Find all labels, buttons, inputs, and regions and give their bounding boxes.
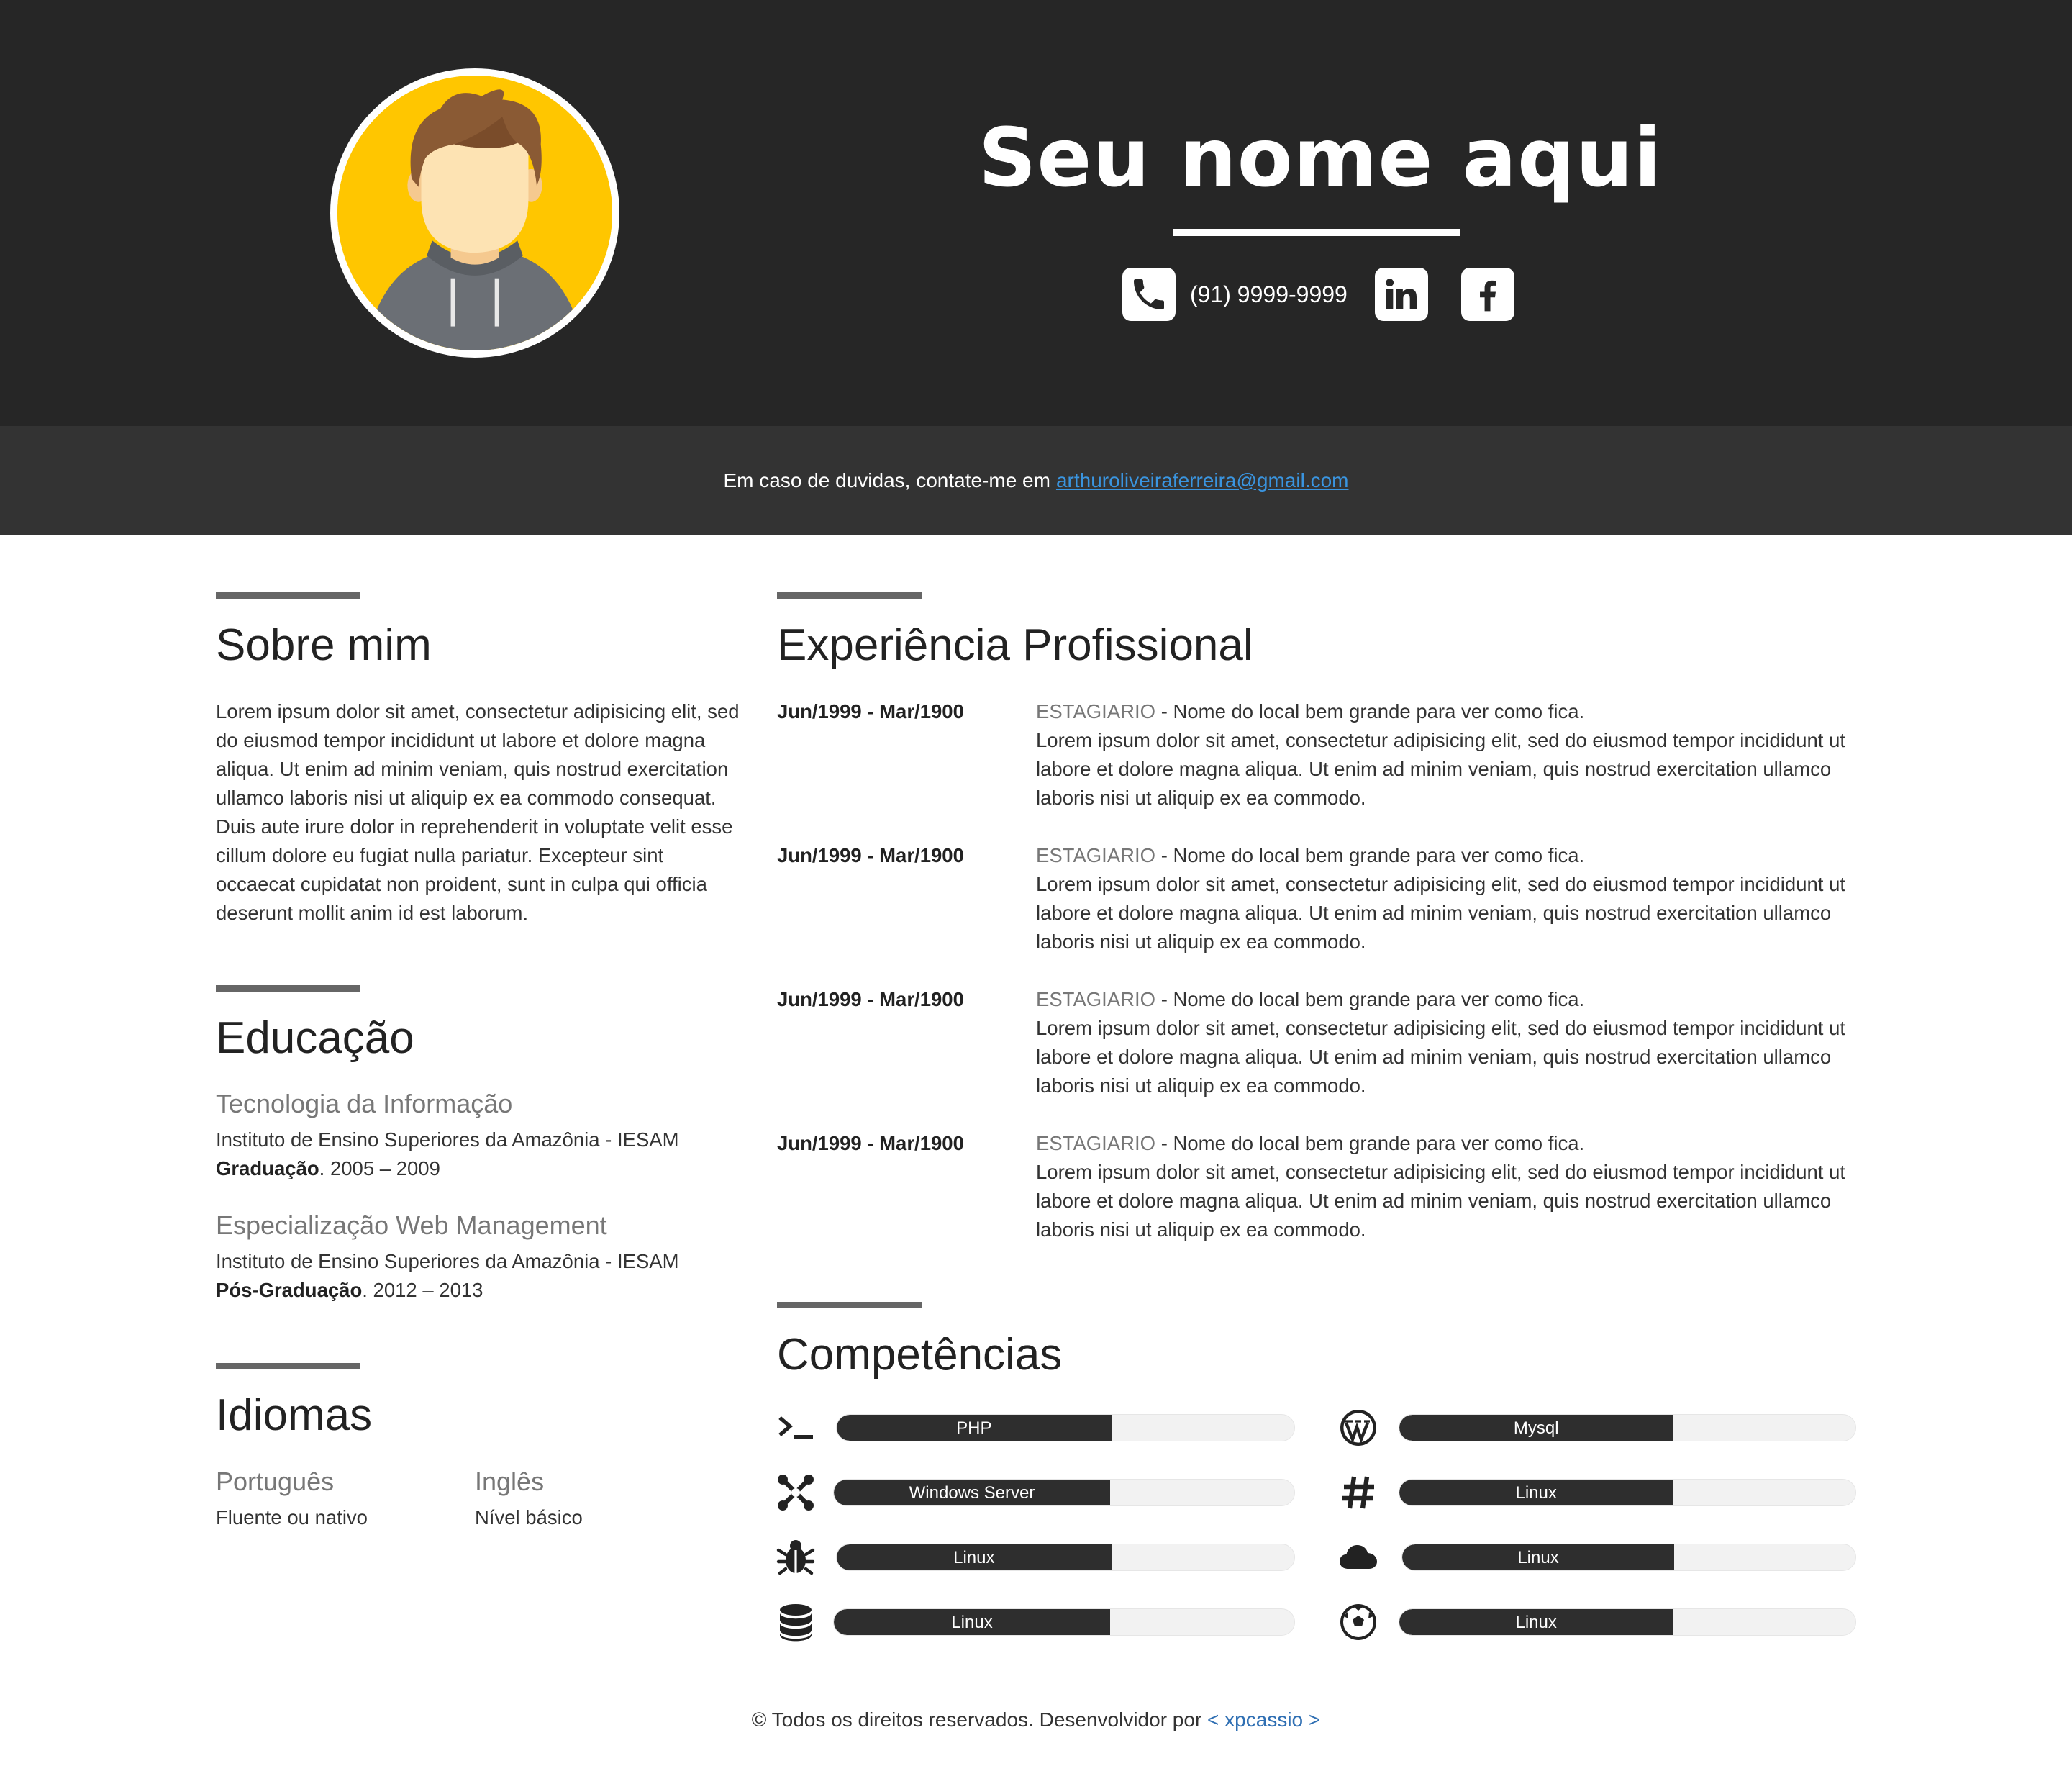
education-degree: Graduação. 2005 – 2009 [216, 1154, 440, 1183]
skill-bar: Mysql [1399, 1414, 1856, 1441]
skill-bar: Linux [836, 1544, 1295, 1571]
avatar [330, 68, 619, 358]
experience-date: Jun/1999 - Mar/1900 [777, 700, 964, 723]
skill-bar: Linux [1401, 1544, 1856, 1571]
section-divider [777, 1302, 922, 1308]
experience-description: Lorem ipsum dolor sit amet, consectetur … [1036, 873, 1846, 953]
linkedin-icon[interactable] [1374, 268, 1428, 321]
facebook-icon[interactable] [1460, 268, 1514, 321]
skill-bar: PHP [836, 1414, 1295, 1441]
contact-bar: Em caso de duvidas, contate-me em arthur… [0, 426, 2072, 535]
soccer-ball-icon [1338, 1602, 1378, 1642]
about-title: Sobre mim [216, 620, 432, 670]
experience-date: Jun/1999 - Mar/1900 [777, 988, 964, 1010]
education-course: Especialização Web Management [216, 1210, 607, 1240]
skills-title: Competências [777, 1330, 1063, 1380]
hashtag-icon [1338, 1472, 1378, 1513]
education-level: Graduação [216, 1157, 319, 1179]
skill-fill: Linux [837, 1544, 1112, 1570]
section-divider [216, 592, 360, 599]
section-divider [216, 985, 360, 992]
skill-label: Linux [1515, 1613, 1557, 1632]
contact-icons: (91) 9999-9999 [1122, 268, 1514, 321]
experience-role: ESTAGIARIO [1036, 988, 1156, 1010]
education-institution: Instituto de Ensino Superiores da Amazôn… [216, 1128, 679, 1151]
experience-role: ESTAGIARIO [1036, 1132, 1156, 1154]
skill-bar: Linux [1399, 1608, 1856, 1636]
language-name: Inglês [475, 1467, 545, 1496]
title-divider [1173, 229, 1460, 236]
languages-title: Idiomas [216, 1390, 373, 1440]
experience-entry: ESTAGIARIO - Nome do local bem grande pa… [1036, 985, 1863, 1100]
phone-icon[interactable] [1122, 268, 1176, 321]
skill-bar: Linux [833, 1608, 1295, 1636]
phone-number[interactable]: (91) 9999-9999 [1190, 281, 1348, 308]
skill-label: PHP [956, 1418, 992, 1438]
joomla-icon [776, 1472, 816, 1513]
experience-role: ESTAGIARIO [1036, 844, 1156, 866]
experience-place: - Nome do local bem grande para ver como… [1155, 1132, 1585, 1154]
footer-link[interactable]: < xpcassio > [1207, 1708, 1320, 1731]
skill-label: Linux [953, 1548, 995, 1567]
skill-label: Mysql [1513, 1418, 1559, 1438]
skill-label: Linux [951, 1613, 993, 1632]
education-level: Pós-Graduação [216, 1279, 363, 1301]
education-degree: Pós-Graduação. 2012 – 2013 [216, 1276, 483, 1305]
education-period: . 2005 – 2009 [319, 1157, 440, 1179]
skill-fill: Linux [1399, 1609, 1673, 1635]
education-title: Educação [216, 1013, 414, 1063]
skill-fill: PHP [837, 1415, 1112, 1441]
footer: © Todos os direitos reservados. Desenvol… [0, 1708, 2072, 1731]
experience-date: Jun/1999 - Mar/1900 [777, 844, 964, 866]
education-period: . 2012 – 2013 [362, 1279, 483, 1301]
contact-bar-text: Em caso de duvidas, contate-me em [723, 468, 1050, 492]
education-course: Tecnologia da Informação [216, 1089, 513, 1118]
language-name: Português [216, 1467, 335, 1496]
education-institution: Instituto de Ensino Superiores da Amazôn… [216, 1250, 679, 1272]
page-title: Seu nome aqui [978, 112, 1663, 205]
skill-label: Linux [1515, 1483, 1557, 1503]
skill-label: Linux [1517, 1548, 1559, 1567]
wordpress-icon [1338, 1408, 1378, 1448]
skill-bar: Windows Server [833, 1479, 1295, 1506]
database-icon [776, 1602, 816, 1642]
skill-bar: Linux [1399, 1479, 1856, 1506]
skill-label: Windows Server [909, 1483, 1035, 1503]
experience-role: ESTAGIARIO [1036, 700, 1156, 723]
bug-icon [776, 1537, 816, 1577]
experience-description: Lorem ipsum dolor sit amet, consectetur … [1036, 1017, 1846, 1097]
experience-place: - Nome do local bem grande para ver como… [1155, 700, 1585, 723]
experience-entry: ESTAGIARIO - Nome do local bem grande pa… [1036, 841, 1863, 956]
section-divider [216, 1363, 360, 1369]
experience-entry: ESTAGIARIO - Nome do local bem grande pa… [1036, 697, 1863, 812]
experience-description: Lorem ipsum dolor sit amet, consectetur … [1036, 729, 1846, 809]
avatar-illustration [337, 76, 612, 350]
footer-text: © Todos os direitos reservados. Desenvol… [751, 1708, 1202, 1731]
section-divider [777, 592, 922, 599]
experience-title: Experiência Profissional [777, 620, 1253, 670]
cloud-icon [1338, 1537, 1378, 1577]
experience-entry: ESTAGIARIO - Nome do local bem grande pa… [1036, 1129, 1863, 1244]
email-link[interactable]: arthuroliveiraferreira@gmail.com [1056, 469, 1349, 492]
skill-fill: Mysql [1399, 1415, 1673, 1441]
language-level: Fluente ou nativo [216, 1506, 368, 1529]
skill-fill: Windows Server [834, 1480, 1110, 1505]
skill-fill: Linux [834, 1609, 1110, 1635]
experience-description: Lorem ipsum dolor sit amet, consectetur … [1036, 1161, 1846, 1241]
experience-date: Jun/1999 - Mar/1900 [777, 1132, 964, 1154]
experience-place: - Nome do local bem grande para ver como… [1155, 844, 1585, 866]
experience-place: - Nome do local bem grande para ver como… [1155, 988, 1585, 1010]
terminal-icon [776, 1408, 816, 1448]
language-level: Nível básico [475, 1506, 583, 1529]
skill-fill: Linux [1402, 1544, 1674, 1570]
header: Seu nome aqui (91) 9999-9999 [0, 0, 2072, 426]
about-text: Lorem ipsum dolor sit amet, consectetur … [216, 700, 740, 924]
skill-fill: Linux [1399, 1480, 1673, 1505]
